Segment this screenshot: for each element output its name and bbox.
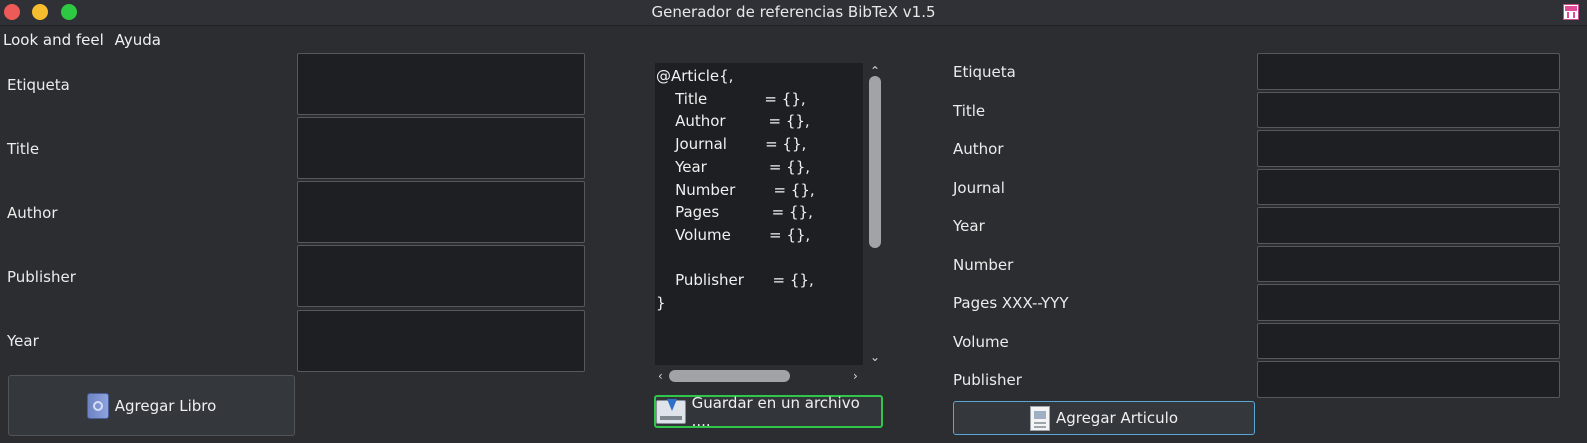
add-article-button-label: Agregar Articulo (1055, 409, 1179, 427)
book-etiqueta-field[interactable] (297, 53, 585, 115)
article-publisher-field[interactable] (1257, 361, 1560, 398)
article-volume-label: Volume (953, 333, 1009, 351)
preview-horizontal-scrollbar[interactable]: ‹ › (655, 367, 863, 385)
book-icon (86, 392, 109, 419)
book-year-label: Year (7, 332, 39, 350)
book-author-label: Author (7, 204, 58, 222)
bibtex-preview-text: @Article{, Title = {}, Author = {}, Jour… (656, 67, 815, 313)
horizontal-scroll-thumb[interactable] (669, 370, 790, 382)
article-pages-field[interactable] (1257, 284, 1560, 321)
article-number-label: Number (953, 256, 1014, 274)
save-to-file-button[interactable]: Guardar en un archivo .... (654, 393, 883, 430)
save-download-icon (656, 398, 686, 424)
document-icon (1029, 405, 1050, 431)
chevron-right-icon[interactable]: › (853, 370, 858, 382)
book-etiqueta-label: Etiqueta (7, 76, 70, 94)
vertical-scroll-thumb[interactable] (869, 76, 881, 248)
article-pages-label: Pages XXX--YYY (953, 294, 1069, 312)
book-publisher-field[interactable] (297, 245, 585, 307)
save-to-file-button-label: Guardar en un archivo .... (691, 393, 860, 430)
add-book-button[interactable]: Agregar Libro (8, 375, 295, 436)
article-etiqueta-field[interactable] (1257, 53, 1560, 90)
article-author-label: Author (953, 140, 1004, 158)
article-title-label: Title (953, 102, 986, 120)
window-title: Generador de referencias BibTeX v1.5 (651, 3, 936, 21)
title-bar: Generador de referencias BibTeX v1.5 (0, 0, 1587, 26)
article-author-field[interactable] (1257, 130, 1560, 167)
article-etiqueta-label: Etiqueta (953, 63, 1016, 81)
preview-vertical-scrollbar[interactable]: ⌃ ⌄ (866, 63, 884, 365)
article-number-field[interactable] (1257, 246, 1560, 282)
article-year-field[interactable] (1257, 207, 1560, 244)
book-publisher-label: Publisher (7, 268, 76, 286)
add-article-button[interactable]: Agregar Articulo (953, 401, 1255, 435)
article-year-label: Year (953, 217, 985, 235)
chevron-left-icon[interactable]: ‹ (658, 370, 663, 382)
chevron-down-icon[interactable]: ⌄ (870, 351, 880, 363)
book-year-field[interactable] (297, 310, 585, 372)
article-title-field[interactable] (1257, 92, 1560, 128)
article-publisher-label: Publisher (953, 371, 1022, 389)
add-book-button-label: Agregar Libro (114, 396, 217, 415)
book-author-field[interactable] (297, 181, 585, 243)
menu-ayuda[interactable]: Ayuda (115, 31, 161, 49)
article-volume-field[interactable] (1257, 323, 1560, 359)
app-icon (1563, 4, 1579, 20)
menu-bar: Look and feel Ayuda (3, 31, 167, 51)
book-title-field[interactable] (297, 117, 585, 179)
article-journal-label: Journal (953, 179, 1005, 197)
menu-look-and-feel[interactable]: Look and feel (3, 31, 104, 49)
book-title-label: Title (7, 140, 40, 158)
article-journal-field[interactable] (1257, 169, 1560, 205)
bibtex-preview-textarea[interactable]: @Article{, Title = {}, Author = {}, Jour… (655, 63, 863, 365)
